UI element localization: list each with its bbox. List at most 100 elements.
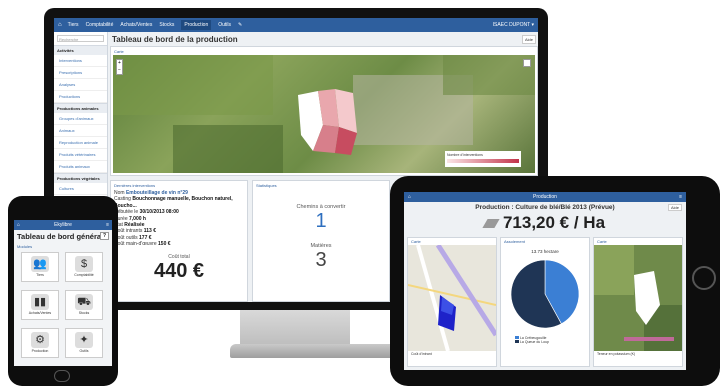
- phone-device: ⌂ Ekylibre ≡ Tableau de bord général ? M…: [8, 196, 118, 386]
- sidebar-item[interactable]: Animaux: [54, 125, 107, 137]
- nav-item-comptabilite[interactable]: Comptabilité: [86, 22, 114, 28]
- tablet-pie-label: Assolement: [504, 239, 525, 244]
- cost-per-hectare: 713,20 € / Ha: [404, 213, 686, 235]
- tablet-left-map-label: Carte: [411, 239, 421, 244]
- gears-icon: ⚙: [31, 332, 49, 348]
- field-value: 150 €: [158, 241, 171, 248]
- tile-label: Tiers: [36, 273, 44, 277]
- legend-swatch: [515, 340, 519, 343]
- sidebar-item[interactable]: Produits vétérinaires: [54, 149, 107, 161]
- tile-achats-ventes[interactable]: ▮▮ Achats/Ventes: [21, 290, 59, 320]
- tablet-pie-panel: Assolement 13.73 hectare La Crèbeugouill…: [500, 237, 590, 367]
- sidebar-item[interactable]: Analyses: [54, 79, 107, 91]
- tile-label: Production: [31, 349, 49, 353]
- nav-item-tiers[interactable]: Tiers: [68, 22, 79, 28]
- map-panel: Carte + − Nombre d'interventions: [110, 46, 538, 176]
- stats-panel: Statistiques Chemins à convertir 1 Matiè…: [252, 180, 390, 302]
- phone-home-button[interactable]: [54, 370, 70, 382]
- phone-screen: ⌂ Ekylibre ≡ Tableau de bord général ? M…: [14, 220, 112, 366]
- truck-icon: ⛟: [75, 294, 93, 310]
- top-navigation: ⌂ Tiers Comptabilité Achats/Ventes Stock…: [54, 18, 538, 32]
- sidebar-item[interactable]: Productions: [54, 91, 107, 103]
- user-menu[interactable]: ISAEC DUPONT ▾: [493, 22, 534, 28]
- stats-label: Statistiques: [256, 183, 277, 188]
- intervention-name-link[interactable]: Embouteillage de vin n°29: [126, 190, 188, 196]
- pie-legend: La Crèbeugouille La Queue du Loup: [501, 336, 589, 344]
- tablet-left-map-panel: Carte Coût d'intrant: [407, 237, 497, 367]
- legend-item: La Queue du Loup: [515, 340, 589, 344]
- tile-comptabilite[interactable]: $ Comptabilité: [65, 252, 103, 282]
- sidebar-search-input[interactable]: Recherche: [57, 35, 104, 42]
- sidebar-group-productions-animales: Productions animales: [54, 103, 107, 113]
- sidebar-item[interactable]: Prescriptions: [54, 67, 107, 79]
- field-label: Nom: [114, 190, 125, 196]
- monitor-neck: [240, 310, 350, 346]
- wrench-icon[interactable]: ✎: [238, 22, 242, 28]
- field-label: Casting: [114, 196, 131, 203]
- home-icon[interactable]: ⌂: [58, 22, 62, 28]
- tablet-left-caption: Coût d'intrant: [411, 352, 432, 356]
- tablet-help-button[interactable]: Aide: [667, 204, 682, 211]
- interventions-panel: Dernières interventions Nom Embouteillag…: [110, 180, 248, 302]
- people-icon: 👥: [31, 256, 49, 272]
- sidebar-item[interactable]: Produits animaux: [54, 161, 107, 173]
- tile-production[interactable]: ⚙ Production: [21, 328, 59, 358]
- total-cost-value: 440 €: [153, 259, 205, 282]
- field-value: Bouchonnage manuelle, Bouchon naturel, B…: [114, 196, 233, 209]
- sidebar-group-activites: Activités: [54, 45, 107, 55]
- tablet-top-bar: ⌂ Production ≡: [404, 192, 686, 202]
- tile-tiers[interactable]: 👥 Tiers: [21, 252, 59, 282]
- tile-label: Outils: [79, 349, 89, 353]
- tile-stocks[interactable]: ⛟ Stocks: [65, 290, 103, 320]
- menu-icon[interactable]: ≡: [679, 192, 682, 202]
- modules-label: Modules: [17, 244, 33, 249]
- layers-icon[interactable]: [523, 59, 531, 67]
- tablet-right-caption: Teneur en potassium (K): [597, 352, 636, 356]
- matieres-value: 3: [315, 249, 327, 271]
- satellite-map-small[interactable]: [594, 245, 682, 351]
- home-icon[interactable]: ⌂: [408, 192, 411, 202]
- bar-chart-icon: ▮▮: [31, 294, 49, 310]
- pie-chart: [510, 259, 580, 329]
- sidebar-item[interactable]: Cultures: [54, 183, 107, 195]
- nav-item-outils[interactable]: Outils: [218, 22, 231, 28]
- home-icon[interactable]: ⌂: [17, 220, 20, 230]
- nav-item-production[interactable]: Production: [181, 20, 212, 30]
- zoom-controls[interactable]: + −: [116, 59, 123, 75]
- tile-label: Achats/Ventes: [28, 311, 52, 315]
- tablet-page-title: Production : Culture de blé/Blé 2013 (Pr…: [404, 202, 686, 213]
- tablet-bar-title: Production: [533, 194, 557, 200]
- chemins-value[interactable]: 1: [253, 210, 389, 233]
- legend-label: La Queue du Loup: [519, 340, 549, 344]
- field-label: Coût intrants: [114, 228, 143, 235]
- field-value: 177 €: [139, 234, 152, 241]
- field-value: 113 €: [143, 228, 156, 235]
- legend-swatch: [515, 336, 519, 339]
- street-map[interactable]: [408, 245, 496, 351]
- nav-item-stocks[interactable]: Stocks: [159, 22, 174, 28]
- sidebar-item[interactable]: Groupes d'animaux: [54, 113, 107, 125]
- banknote-icon: $: [75, 256, 93, 272]
- phone-page-title: Tableau de bord général ?: [14, 230, 112, 243]
- sidebar-item[interactable]: Reproduction animale: [54, 137, 107, 149]
- tile-label: Stocks: [78, 311, 90, 315]
- nav-item-achats-ventes[interactable]: Achats/Ventes: [120, 22, 152, 28]
- legend-gradient: [447, 159, 519, 163]
- satellite-map[interactable]: + − Nombre d'interventions: [113, 55, 535, 173]
- map-legend: Nombre d'interventions: [445, 151, 521, 167]
- legend-title: Nombre d'interventions: [447, 153, 483, 157]
- phone-help-button[interactable]: ?: [99, 232, 109, 240]
- tile-outils[interactable]: ✦ Outils: [65, 328, 103, 358]
- tablet-right-map-panel: Carte Teneur en potassium (K): [593, 237, 683, 367]
- menu-icon[interactable]: ≡: [106, 220, 109, 230]
- tablet-home-button[interactable]: [692, 266, 716, 290]
- page-title-text: Tableau de bord de la production: [112, 35, 238, 44]
- tablet-title-text: Production : Culture de blé/Blé 2013 (Pr…: [475, 204, 615, 211]
- interventions-details: Nom Embouteillage de vin n°29 Casting Bo…: [111, 190, 247, 248]
- field-label: Coût main-d'œuvre: [114, 241, 157, 248]
- page-title: Tableau de bord de la production Aide: [110, 32, 538, 46]
- tablet-device: ⌂ Production ≡ Production : Culture de b…: [390, 176, 720, 386]
- sidebar-item[interactable]: Interventions: [54, 55, 107, 67]
- help-button[interactable]: Aide: [521, 35, 536, 44]
- interventions-label: Dernières interventions: [114, 183, 156, 188]
